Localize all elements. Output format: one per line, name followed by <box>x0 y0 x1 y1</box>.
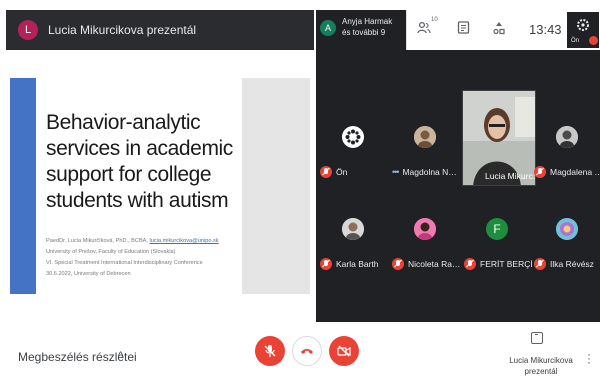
participant-name: Ön <box>336 167 348 177</box>
chat-icon[interactable] <box>457 21 470 38</box>
active-speaker-video[interactable]: Lucia Mikurc… <box>462 90 536 186</box>
participant-grid: Ön ••• Magdolna N… Lucia Mikurc… Magdale… <box>316 50 600 322</box>
self-gear-icon <box>577 19 589 31</box>
slide-side-panel <box>242 78 310 294</box>
participant-tile[interactable]: Karla Barth <box>318 198 388 274</box>
bottom-bar: Megbeszélés részletei ^ Lucia Mikurcikov… <box>0 322 600 389</box>
leave-call-button[interactable] <box>292 336 322 366</box>
participant-avatar: A <box>320 20 336 36</box>
avatar <box>414 126 436 148</box>
presenter-avatar: L <box>18 20 38 40</box>
gear-icon <box>342 126 364 148</box>
participant-name: Karla Barth <box>336 259 379 269</box>
mic-off-icon <box>464 258 476 270</box>
avatar <box>556 218 578 240</box>
participant-tile[interactable]: Nicoleta Ra… <box>390 198 460 274</box>
speaker-name: Lucia Mikurc… <box>485 171 536 181</box>
participant-name: Magdolna N… <box>402 167 457 177</box>
slide-title: Behavior-analytic services in academic s… <box>46 111 233 212</box>
presenter-bar: L Lucia Mikurcikova prezentál <box>6 10 314 50</box>
camera-off-icon <box>337 345 351 357</box>
meeting-clock: 13:43 <box>529 22 562 37</box>
tile-footer: Karla Barth <box>320 256 388 272</box>
presenting-label[interactable]: Lucia Mikurcikova prezentál <box>505 355 577 377</box>
participant-others: és további 9 <box>342 28 386 37</box>
avatar <box>414 218 436 240</box>
slide-line-author: PaedDr. Lucia Mikurčíková, PhD., BCBA, l… <box>46 236 246 247</box>
more-options-icon[interactable]: · · · <box>587 348 591 368</box>
people-icon[interactable] <box>417 21 431 38</box>
activities-icon[interactable] <box>493 21 505 38</box>
slide-line-conference: VI. Special Treatment International Inte… <box>46 260 203 266</box>
tile-footer: FERİT BERÇİN <box>464 256 532 272</box>
participant-summary: Anyja Harmak és további 9 <box>342 16 392 38</box>
present-screen-icon[interactable] <box>531 332 543 344</box>
avatar: F <box>486 218 508 240</box>
slide-accent-bar <box>10 78 36 294</box>
chevron-up-icon[interactable]: ^ <box>118 350 123 362</box>
participant-name: FERİT BERÇİN <box>480 259 532 269</box>
hang-up-icon <box>301 349 313 354</box>
presentation-slide: Behavior-analytic services in academic s… <box>10 78 310 294</box>
participant-tile[interactable]: Ilka Révész <box>532 198 600 274</box>
speaking-dots-icon: ••• <box>392 167 400 177</box>
participant-tile[interactable]: Magdalena … <box>532 106 600 182</box>
tile-footer: Nicoleta Ra… <box>392 256 460 272</box>
meeting-toolbar: 10 13:43 Ön <box>406 10 600 50</box>
mic-off-icon <box>534 258 546 270</box>
slide-line-university: University of Prešov, Faculty of Educati… <box>46 249 176 255</box>
mic-off-icon <box>320 166 332 178</box>
participant-name: Anyja Harmak <box>342 17 393 26</box>
slide-email[interactable]: lucia.mikurcikova@unipo.sk <box>150 238 219 244</box>
mic-off-icon <box>392 258 404 270</box>
tile-footer: ••• Magdolna N… <box>392 164 460 180</box>
self-preview[interactable]: Ön <box>567 12 599 48</box>
slide-author: PaedDr. Lucia Mikurčíková, PhD., BCBA, <box>46 238 150 244</box>
slide-details: PaedDr. Lucia Mikurčíková, PhD., BCBA, l… <box>46 236 246 280</box>
camera-toggle-button[interactable] <box>329 336 359 366</box>
mic-toggle-button[interactable] <box>255 336 285 366</box>
slide-line-date: 30.6.2022, University of Debrecen <box>46 271 131 277</box>
participant-tile[interactable]: ••• Magdolna N… <box>390 106 460 182</box>
mic-off-icon <box>534 166 546 178</box>
self-mic-off-icon <box>589 36 598 45</box>
presenting-status: prezentál <box>524 367 558 376</box>
shared-screen: Behavior-analytic services in academic s… <box>6 50 314 322</box>
avatar <box>556 126 578 148</box>
presenter-title: Lucia Mikurcikova prezentál <box>48 23 197 37</box>
mic-off-icon <box>320 258 332 270</box>
mic-off-icon <box>264 345 276 357</box>
participant-count: 10 <box>431 17 438 23</box>
presenting-name: Lucia Mikurcikova <box>509 356 573 365</box>
tile-footer: Ilka Révész <box>534 256 600 272</box>
tile-footer: Ön <box>320 164 388 180</box>
participant-tile[interactable]: F FERİT BERÇİN <box>462 198 532 274</box>
avatar <box>342 218 364 240</box>
tile-footer: Magdalena … <box>534 164 600 180</box>
participant-name: Nicoleta Ra… <box>408 259 460 269</box>
participant-tile[interactable]: Ön <box>318 106 388 182</box>
participant-name: Magdalena … <box>550 167 600 177</box>
participant-name: Ilka Révész <box>550 259 594 269</box>
self-label: Ön <box>571 38 580 44</box>
